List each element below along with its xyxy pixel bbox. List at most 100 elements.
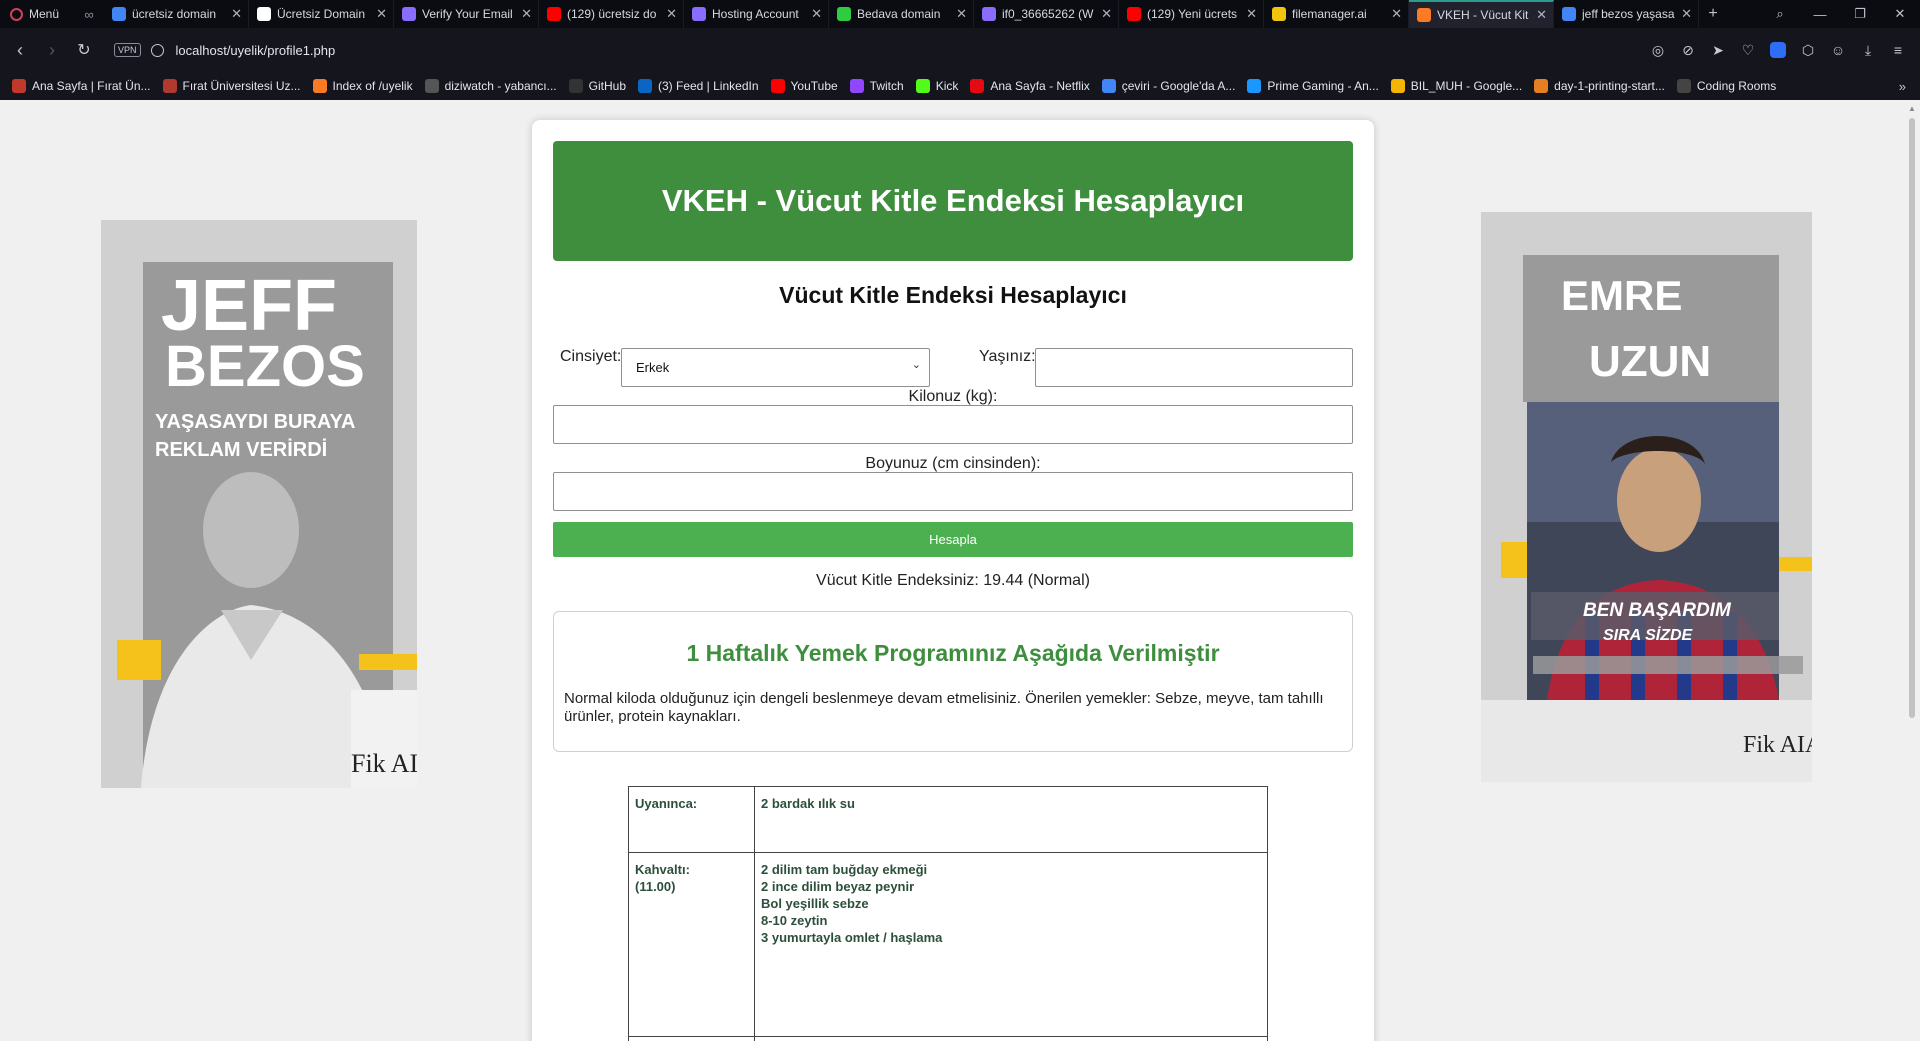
- browser-tab[interactable]: if0_36665262 (W ✕: [974, 0, 1119, 28]
- bookmark-favicon-icon: [568, 79, 583, 93]
- google-icon: [112, 7, 126, 21]
- back-icon[interactable]: ‹: [4, 40, 36, 61]
- bookmark-item[interactable]: çeviri - Google'da A...: [1101, 79, 1235, 93]
- minimize-icon[interactable]: —: [1800, 7, 1840, 22]
- browser-tab-title: VKEH - Vücut Kit: [1437, 8, 1529, 22]
- profile-icon[interactable]: ☺: [1830, 42, 1846, 58]
- bookmark-item[interactable]: Coding Rooms: [1676, 79, 1776, 93]
- bookmark-item[interactable]: diziwatch - yabancı...: [424, 79, 557, 93]
- bookmark-item[interactable]: Ana Sayfa | Fırat Ün...: [12, 79, 151, 93]
- youtube-icon: [1127, 7, 1141, 21]
- meal-items-cell: [754, 1036, 1268, 1041]
- meal-program-box: 1 Haftalık Yemek Programınız Aşağıda Ver…: [553, 611, 1353, 752]
- search-tabs-icon[interactable]: ⌕: [1760, 6, 1800, 22]
- reload-icon[interactable]: ↻: [68, 40, 100, 60]
- ad-right-line4: SIRA SİZDE: [1603, 626, 1694, 644]
- browser-tab[interactable]: VKEH - Vücut Kit ✕: [1409, 0, 1554, 28]
- extension-icon[interactable]: [1770, 42, 1786, 58]
- browser-tab[interactable]: jeff bezos yaşasa ✕: [1554, 0, 1699, 28]
- ad-left-corner: Fik AIAM: [351, 749, 417, 778]
- close-tab-icon[interactable]: ✕: [376, 6, 387, 22]
- bookmark-item[interactable]: GitHub: [568, 79, 626, 93]
- bookmark-item[interactable]: Index of /uyelik: [312, 79, 413, 93]
- form-title: Vücut Kitle Endeksi Hesaplayıcı: [779, 282, 1127, 308]
- adblock-icon[interactable]: ⊘: [1680, 42, 1696, 59]
- bookmark-item[interactable]: BIL_MUH - Google...: [1390, 79, 1522, 93]
- browser-tab-bar: Menü ∞ ücretsiz domain ✕ Ücretsiz Domain ✕ V…: [0, 0, 1920, 28]
- bookmark-favicon-icon: [1101, 79, 1116, 93]
- bookmark-item[interactable]: (3) Feed | LinkedIn: [638, 79, 759, 93]
- bookmark-item[interactable]: YouTube: [770, 79, 838, 93]
- url-input[interactable]: localhost/uyelik/profile1.php: [176, 43, 336, 58]
- workspace-icon[interactable]: ∞: [74, 7, 104, 22]
- page-viewport: JEFF BEZOS YAŞASAYDI BURAYA REKLAM VERİR…: [0, 100, 1904, 1041]
- browser-tab[interactable]: Bedava domain ✕: [829, 0, 974, 28]
- meal-time-cell: [628, 1036, 755, 1041]
- close-tab-icon[interactable]: ✕: [811, 6, 822, 22]
- gender-select[interactable]: Erkek ⌄: [621, 348, 930, 387]
- youtube-icon: [547, 7, 561, 21]
- height-input[interactable]: [553, 472, 1353, 511]
- bmi-calculator-card: VKEH - Vücut Kitle Endeksi Hesaplayıcı V…: [532, 120, 1374, 1041]
- browser-tab[interactable]: (129) Yeni ücrets ✕: [1119, 0, 1264, 28]
- forward-icon[interactable]: ›: [36, 40, 68, 61]
- vpn-badge[interactable]: VPN: [114, 43, 141, 57]
- download-icon[interactable]: ⤓: [1860, 42, 1876, 59]
- new-tab-button[interactable]: +: [1699, 5, 1727, 23]
- filemanager-icon: [1272, 7, 1286, 21]
- browser-tab-title: (129) ücretsiz do: [567, 7, 657, 21]
- bookmark-item[interactable]: Fırat Üniversitesi Uz...: [162, 79, 301, 93]
- close-tab-icon[interactable]: ✕: [1536, 7, 1547, 23]
- bookmark-item[interactable]: Prime Gaming - An...: [1247, 79, 1379, 93]
- close-tab-icon[interactable]: ✕: [1246, 6, 1257, 22]
- close-tab-icon[interactable]: ✕: [521, 6, 532, 22]
- bookmark-label: (3) Feed | LinkedIn: [658, 79, 759, 93]
- scroll-up-icon[interactable]: ▲: [1908, 104, 1916, 113]
- close-tab-icon[interactable]: ✕: [666, 6, 677, 22]
- scrollbar-thumb[interactable]: [1909, 118, 1915, 718]
- browser-tab[interactable]: Verify Your Email ✕: [394, 0, 539, 28]
- bookmark-item[interactable]: day-1-printing-start...: [1534, 79, 1665, 93]
- age-input[interactable]: [1035, 348, 1353, 387]
- browser-menu-button[interactable]: Menü: [0, 0, 74, 28]
- xampp-icon: [1417, 8, 1431, 22]
- browser-tab-title: if0_36665262 (W: [1002, 7, 1094, 21]
- ad-right-line3: BEN BAŞARDIM: [1583, 600, 1732, 621]
- bookmark-item[interactable]: Kick: [915, 79, 958, 93]
- bookmark-item[interactable]: Ana Sayfa - Netflix: [970, 79, 1090, 93]
- close-tab-icon[interactable]: ✕: [956, 6, 967, 22]
- browser-tab[interactable]: Ücretsiz Domain ✕: [249, 0, 394, 28]
- close-tab-icon[interactable]: ✕: [1101, 6, 1112, 22]
- bmi-result-text: Vücut Kitle Endeksiniz: 19.44 (Normal): [816, 572, 1090, 589]
- bookmark-label: day-1-printing-start...: [1554, 79, 1665, 93]
- browser-tab[interactable]: filemanager.ai ✕: [1264, 0, 1409, 28]
- bookmark-item[interactable]: Twitch: [849, 79, 904, 93]
- right-ad-banner[interactable]: EMRE UZUN BEN BAŞARDIM SIRA SİZDE Fik AI…: [1481, 212, 1812, 782]
- browser-tab[interactable]: ücretsiz domain ✕: [104, 0, 249, 28]
- height-label: Boyunuz (cm cinsinden):: [865, 455, 1041, 472]
- page-scrollbar[interactable]: ▲: [1904, 100, 1920, 1041]
- bookmarks-more-icon[interactable]: »: [1899, 79, 1920, 94]
- close-tab-icon[interactable]: ✕: [231, 6, 242, 22]
- left-ad-banner[interactable]: JEFF BEZOS YAŞASAYDI BURAYA REKLAM VERİR…: [101, 220, 417, 788]
- browser-tab[interactable]: Hosting Account ✕: [684, 0, 829, 28]
- browser-tab[interactable]: (129) ücretsiz do ✕: [539, 0, 684, 28]
- emre-uzun-ad-image: EMRE UZUN BEN BAŞARDIM SIRA SİZDE Fik AI…: [1481, 212, 1812, 782]
- cube-icon[interactable]: ⬡: [1800, 42, 1816, 59]
- close-tab-icon[interactable]: ✕: [1391, 6, 1402, 22]
- bookmark-label: YouTube: [790, 79, 838, 93]
- close-window-icon[interactable]: ✕: [1880, 6, 1920, 22]
- site-info-icon[interactable]: [150, 43, 164, 57]
- easy-setup-icon[interactable]: ≡: [1890, 42, 1906, 58]
- restore-icon[interactable]: ❐: [1840, 6, 1880, 22]
- calculate-button[interactable]: Hesapla: [553, 522, 1353, 557]
- send-icon[interactable]: ➤: [1710, 42, 1726, 59]
- camera-icon[interactable]: ◎: [1650, 42, 1666, 59]
- browser-tab-title: Hosting Account: [712, 7, 799, 21]
- heart-icon[interactable]: ♡: [1740, 42, 1756, 59]
- weight-input[interactable]: [553, 405, 1353, 444]
- bookmark-favicon-icon: [638, 79, 652, 93]
- close-tab-icon[interactable]: ✕: [1681, 6, 1692, 22]
- meal-program-title: 1 Haftalık Yemek Programınız Aşağıda Ver…: [686, 640, 1220, 666]
- browser-tab-title: jeff bezos yaşasa: [1582, 7, 1675, 21]
